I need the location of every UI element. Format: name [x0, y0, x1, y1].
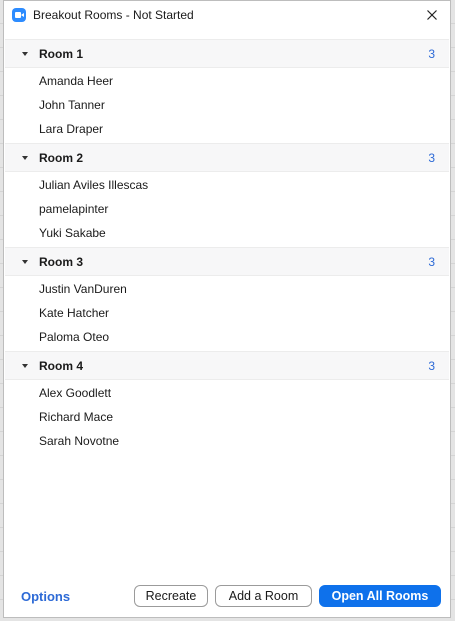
room-name: Room 2: [39, 151, 84, 165]
participant-list: Julian Aviles Illescas pamelapinter Yuki…: [5, 172, 449, 247]
room-name: Room 4: [39, 359, 84, 373]
room-header[interactable]: Room 1 3: [5, 39, 449, 68]
add-room-button[interactable]: Add a Room: [215, 585, 312, 607]
room-participant-count: 3: [428, 151, 435, 165]
title-bar: Breakout Rooms - Not Started: [4, 1, 450, 31]
participant-item[interactable]: Yuki Sakabe: [5, 221, 449, 245]
window-title: Breakout Rooms - Not Started: [33, 8, 194, 22]
caret-down-icon[interactable]: [22, 260, 28, 264]
participant-item[interactable]: Amanda Heer: [5, 69, 449, 93]
participant-item[interactable]: pamelapinter: [5, 197, 449, 221]
participant-item[interactable]: Richard Mace: [5, 405, 449, 429]
participant-list: Alex Goodlett Richard Mace Sarah Novotne: [5, 380, 449, 455]
room-group: Room 4 3 Alex Goodlett Richard Mace Sara…: [5, 351, 449, 455]
footer-bar: Options Recreate Add a Room Open All Roo…: [4, 581, 450, 617]
participant-list: Justin VanDuren Kate Hatcher Paloma Oteo: [5, 276, 449, 351]
room-participant-count: 3: [428, 255, 435, 269]
room-participant-count: 3: [428, 47, 435, 61]
participant-item[interactable]: Sarah Novotne: [5, 429, 449, 453]
participant-item[interactable]: Kate Hatcher: [5, 301, 449, 325]
participant-item[interactable]: Paloma Oteo: [5, 325, 449, 349]
participant-item[interactable]: Julian Aviles Illescas: [5, 173, 449, 197]
participant-list: Amanda Heer John Tanner Lara Draper: [5, 68, 449, 143]
room-group: Room 2 3 Julian Aviles Illescas pamelapi…: [5, 143, 449, 247]
caret-down-icon[interactable]: [22, 364, 28, 368]
participant-item[interactable]: Justin VanDuren: [5, 277, 449, 301]
room-header[interactable]: Room 3 3: [5, 247, 449, 276]
open-all-rooms-button[interactable]: Open All Rooms: [319, 585, 441, 607]
rooms-list: Room 1 3 Amanda Heer John Tanner Lara Dr…: [5, 39, 449, 455]
breakout-rooms-window: Breakout Rooms - Not Started Room 1 3 Am…: [3, 0, 451, 618]
caret-down-icon[interactable]: [22, 156, 28, 160]
room-name: Room 1: [39, 47, 84, 61]
room-participant-count: 3: [428, 359, 435, 373]
room-name: Room 3: [39, 255, 84, 269]
participant-item[interactable]: Alex Goodlett: [5, 381, 449, 405]
recreate-button[interactable]: Recreate: [134, 585, 208, 607]
zoom-camera-icon: [12, 8, 26, 22]
participant-item[interactable]: Lara Draper: [5, 117, 449, 141]
participant-item[interactable]: John Tanner: [5, 93, 449, 117]
room-group: Room 3 3 Justin VanDuren Kate Hatcher Pa…: [5, 247, 449, 351]
caret-down-icon[interactable]: [22, 52, 28, 56]
room-header[interactable]: Room 2 3: [5, 143, 449, 172]
room-header[interactable]: Room 4 3: [5, 351, 449, 380]
close-icon[interactable]: [422, 5, 442, 25]
room-group: Room 1 3 Amanda Heer John Tanner Lara Dr…: [5, 39, 449, 143]
options-link[interactable]: Options: [21, 589, 70, 604]
